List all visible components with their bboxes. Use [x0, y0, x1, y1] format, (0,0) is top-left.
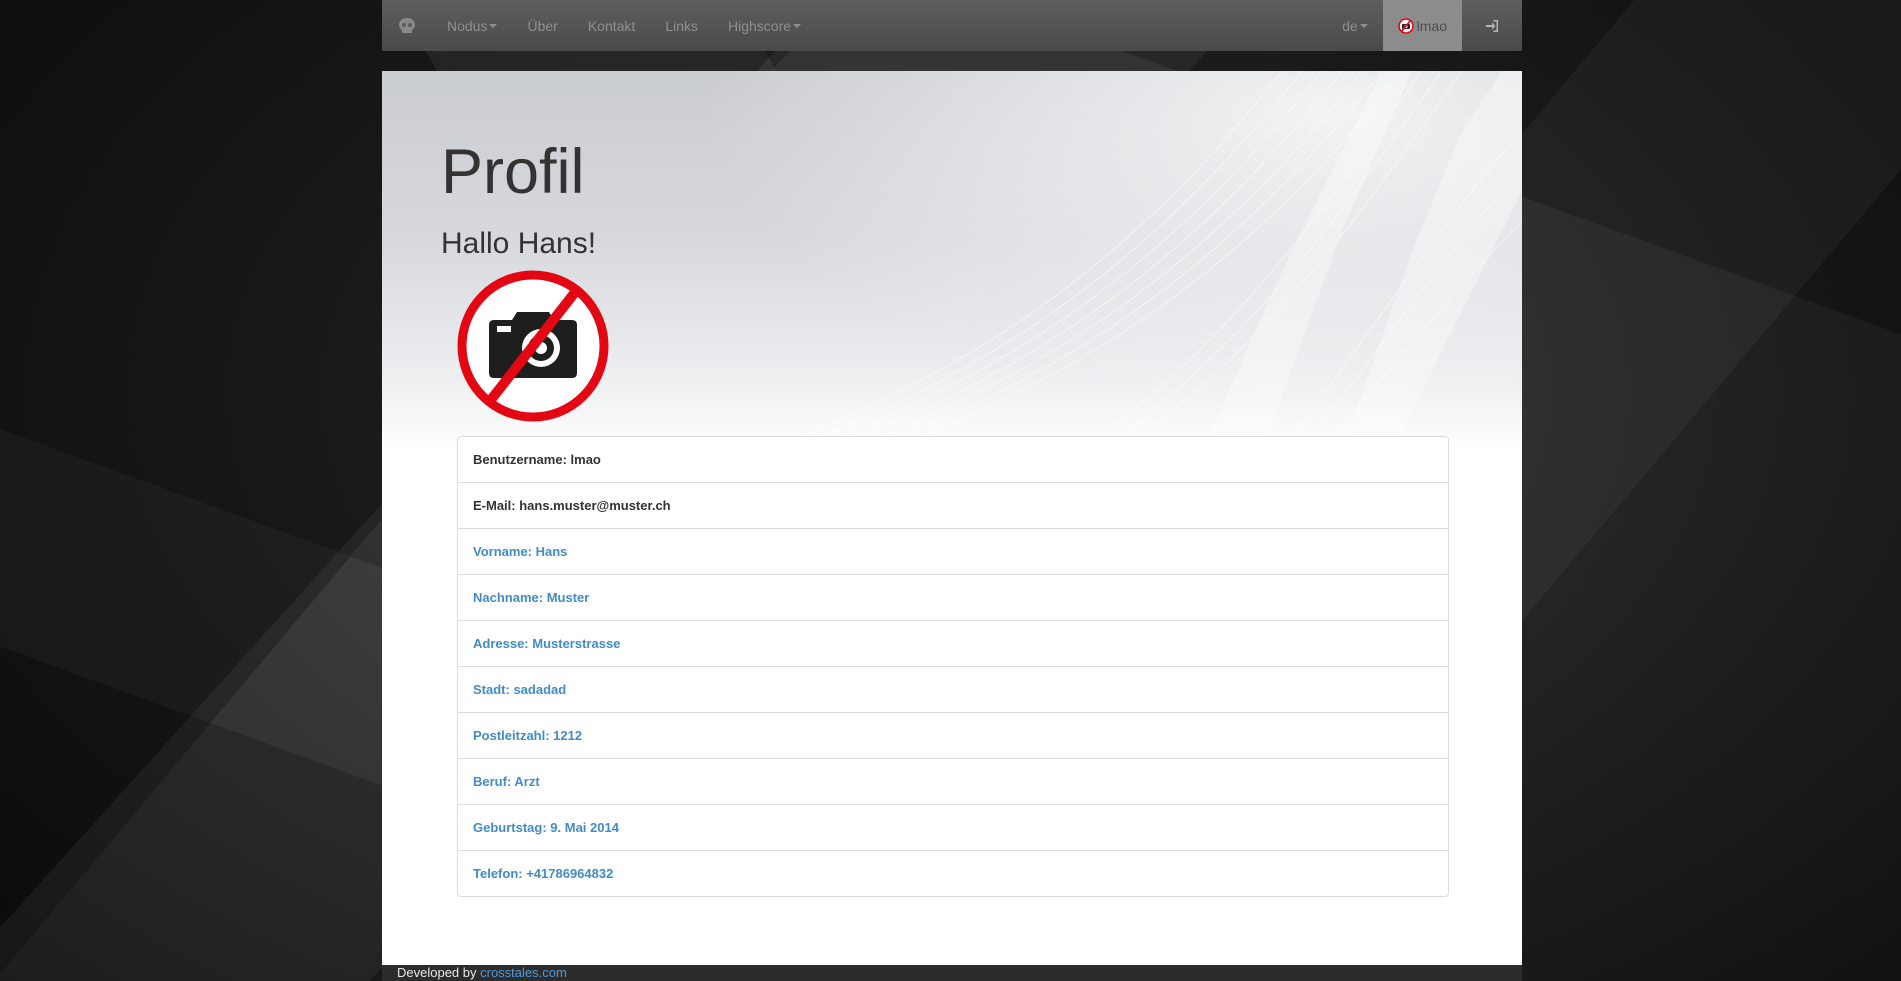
- profile-field-job[interactable]: Beruf: Arzt: [458, 759, 1448, 805]
- caret-down-icon: [489, 23, 498, 28]
- language-dropdown[interactable]: de: [1327, 0, 1383, 51]
- profile-field-birthday[interactable]: Geburtstag: 9. Mai 2014: [458, 805, 1448, 851]
- logout-button[interactable]: [1462, 0, 1522, 51]
- profile-field-zip[interactable]: Postleitzahl: 1212: [458, 713, 1448, 759]
- caret-down-icon: [793, 23, 802, 28]
- nav-item-nodus-label: Nodus: [447, 17, 488, 34]
- profile-field-firstname[interactable]: Vorname: Hans: [458, 529, 1448, 575]
- user-menu[interactable]: lmao: [1382, 0, 1462, 51]
- nav-item-kontakt-label: Kontakt: [587, 17, 636, 34]
- footer-prefix: Developed by: [397, 965, 481, 980]
- nav-item-uber[interactable]: Über: [512, 0, 572, 51]
- profile-field-lastname[interactable]: Nachname: Muster: [458, 575, 1448, 621]
- profile-field-username: Benutzername: lmao: [458, 437, 1448, 483]
- nav-item-highscore-label: Highscore: [728, 17, 792, 34]
- profile-field-address[interactable]: Adresse: Musterstrasse: [458, 621, 1448, 667]
- caret-down-icon: [1359, 23, 1368, 28]
- nav-item-highscore[interactable]: Highscore: [713, 0, 816, 51]
- page-footer: Developed by crosstales.com: [382, 965, 1522, 981]
- greeting-text: Hallo Hans!: [441, 227, 597, 260]
- no-camera-icon: [457, 270, 609, 422]
- skull-logo-icon: [399, 17, 415, 33]
- brand-logo[interactable]: [382, 0, 432, 51]
- nav-item-nodus[interactable]: Nodus: [432, 0, 512, 51]
- nav-item-links[interactable]: Links: [650, 0, 713, 51]
- nav-right: de lmao: [1327, 0, 1522, 51]
- language-label: de: [1342, 17, 1358, 34]
- nav-item-links-label: Links: [665, 17, 698, 34]
- footer-link[interactable]: crosstales.com: [480, 965, 567, 980]
- nav-item-uber-label: Über: [527, 17, 558, 34]
- user-name: lmao: [1416, 17, 1447, 34]
- nav-item-kontakt[interactable]: Kontakt: [573, 0, 650, 51]
- no-photo-icon: [1397, 17, 1414, 34]
- nav-left: Nodus Über Kontakt Links Highscore: [382, 0, 816, 51]
- main-content: Profil Hallo Hans! Benutzername: lmao E-…: [382, 71, 1522, 965]
- footer-text: Developed by crosstales.com: [397, 965, 567, 981]
- page-title: Profil: [441, 137, 585, 207]
- profile-field-phone[interactable]: Telefon: +41786964832: [458, 851, 1448, 896]
- profile-details-list: Benutzername: lmao E-Mail: hans.muster@m…: [457, 436, 1449, 897]
- top-navbar: Nodus Über Kontakt Links Highscore de lm…: [382, 0, 1522, 51]
- sign-in-icon: [1486, 19, 1498, 32]
- profile-field-email: E-Mail: hans.muster@muster.ch: [458, 483, 1448, 529]
- profile-field-city[interactable]: Stadt: sadadad: [458, 667, 1448, 713]
